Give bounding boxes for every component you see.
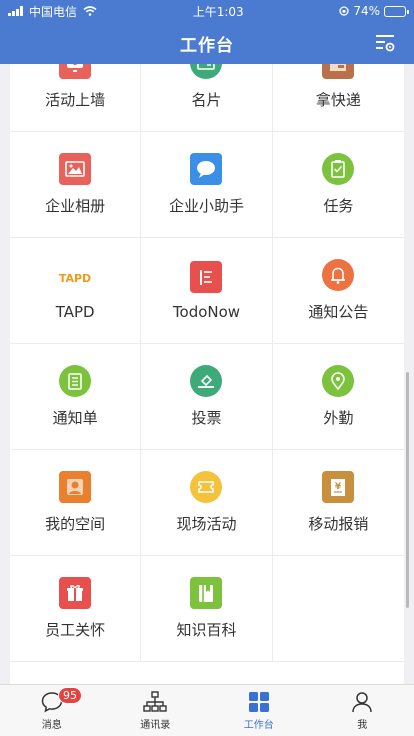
photo-album-icon	[59, 153, 92, 185]
svg-text:TAPD: TAPD	[59, 272, 91, 285]
app-label: 活动上墙	[45, 91, 106, 109]
location-pin-icon	[322, 365, 355, 397]
app-label: 任务	[323, 197, 354, 215]
carrier-label: 中国电信	[29, 4, 78, 19]
todonow-icon	[190, 260, 223, 293]
page-title: 工作台	[180, 35, 234, 56]
battery-icon	[383, 5, 409, 17]
tab-contacts[interactable]: 通讯录	[104, 685, 208, 736]
svg-text:¥: ¥	[335, 482, 342, 492]
gift-icon	[59, 577, 92, 609]
bell-icon	[322, 259, 355, 291]
app-label: 移动报销	[308, 515, 369, 533]
empty-cell	[272, 556, 404, 662]
app-label: TAPD	[55, 302, 95, 321]
tab-messages[interactable]: 消息 95	[0, 685, 104, 736]
app-tile[interactable]: 企业相册	[10, 132, 142, 238]
app-label: 员工关怀	[45, 621, 106, 639]
app-label: 名片	[191, 91, 222, 109]
my-space-icon	[59, 471, 92, 503]
activity-wall-icon	[59, 64, 92, 79]
app-label: 我的空间	[45, 515, 106, 533]
scrollbar[interactable]	[406, 372, 409, 608]
app-label: 拿快递	[315, 91, 361, 109]
knowledge-book-icon	[190, 577, 223, 609]
app-label: 知识百科	[176, 621, 237, 639]
app-tile[interactable]: 投票	[141, 344, 273, 450]
app-tile[interactable]: 现场活动	[141, 450, 273, 556]
task-clipboard-icon	[322, 153, 355, 185]
person-icon	[352, 692, 372, 713]
app-label: TodoNow	[172, 302, 241, 321]
unread-badge: 95	[58, 687, 82, 704]
app-tile[interactable]: 活动上墙	[10, 64, 142, 132]
app-tile[interactable]: 通知公告	[272, 238, 404, 344]
app-label: 现场活动	[176, 515, 237, 533]
tab-label: 通讯录	[140, 720, 171, 731]
reimbursement-icon: ¥	[322, 471, 355, 503]
rotation-lock-icon	[339, 6, 349, 16]
tab-label: 我	[357, 720, 368, 731]
app-label: 外勤	[323, 409, 354, 427]
workbench-grid-icon	[248, 692, 269, 712]
tab-workbench[interactable]: 工作台	[207, 685, 311, 736]
app-tile[interactable]: 任务	[272, 132, 404, 238]
status-bar: 中国电信 上午1:03 74%	[0, 0, 414, 22]
clock: 上午1:03	[192, 4, 244, 19]
notice-list-icon	[59, 365, 92, 397]
battery-percent: 74%	[353, 4, 380, 18]
app-tile[interactable]: 名片	[141, 64, 273, 132]
app-tile[interactable]: ¥ 移动报销	[272, 450, 404, 556]
app-tile[interactable]: 我的空间	[10, 450, 142, 556]
business-card-icon	[190, 64, 223, 79]
vote-icon	[190, 365, 223, 397]
chat-assistant-icon	[190, 153, 223, 185]
wifi-icon	[83, 6, 97, 16]
app-label: 通知公告	[308, 303, 369, 321]
top-bar: 中国电信 上午1:03 74% 工作台	[0, 0, 414, 64]
app-tile[interactable]: 员工关怀	[10, 556, 142, 662]
bottom-tab-bar: 消息 95 通讯录 工作台 我	[0, 684, 414, 736]
signal-icon	[8, 6, 23, 16]
app-label: 通知单	[52, 409, 98, 427]
app-label: 投票	[191, 409, 222, 427]
app-tile[interactable]: TodoNow	[141, 238, 273, 344]
app-tile[interactable]: 企业小助手	[141, 132, 273, 238]
org-chart-icon	[143, 691, 167, 712]
app-label: 企业相册	[45, 197, 106, 215]
app-grid: 活动上墙 名片 拿快递企业相册 企业小助手 任务 TAPD TAPD TodoNow 通知公告通…	[10, 64, 404, 662]
app-tile[interactable]: 拿快递	[272, 64, 404, 132]
app-tile[interactable]: 通知单	[10, 344, 142, 450]
settings-icon[interactable]	[374, 32, 396, 54]
tab-me[interactable]: 我	[311, 685, 414, 736]
tab-label: 消息	[41, 720, 62, 731]
app-tile[interactable]: TAPD TAPD	[10, 238, 142, 344]
app-tile[interactable]: 知识百科	[141, 556, 273, 662]
app-tile[interactable]: 外勤	[272, 344, 404, 450]
ticket-icon	[190, 471, 223, 503]
title-bar: 工作台	[0, 22, 414, 64]
app-label: 企业小助手	[168, 197, 244, 215]
app-grid-scroll[interactable]: 活动上墙 名片 拿快递企业相册 企业小助手 任务 TAPD TAPD TodoNow 通知公告通…	[10, 64, 404, 684]
tapd-logo-icon: TAPD	[59, 261, 91, 293]
package-icon	[322, 64, 355, 79]
tab-label: 工作台	[243, 720, 274, 731]
